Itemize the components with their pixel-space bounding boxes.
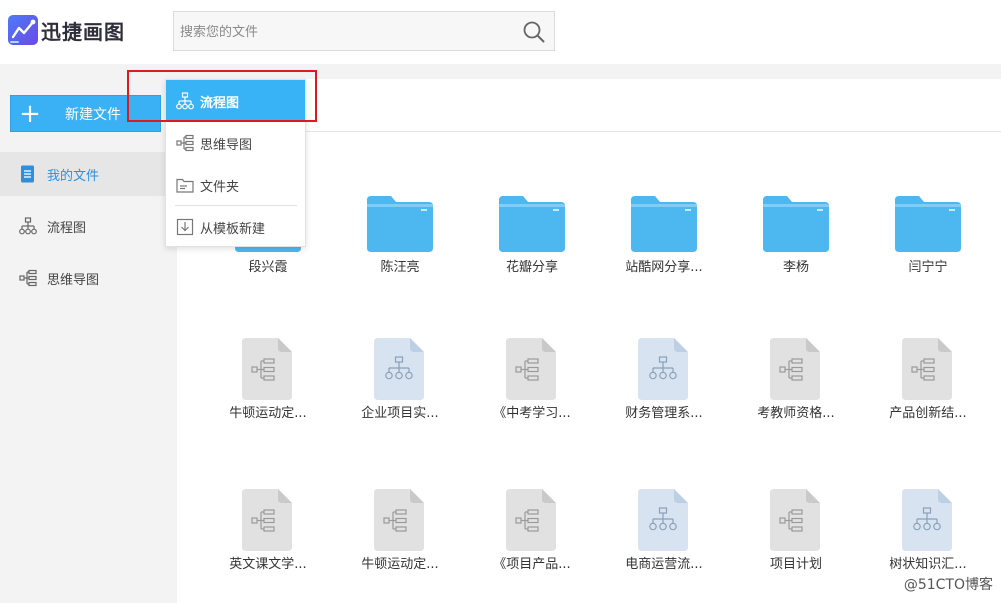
grid-item-mindmap-file[interactable]: 项目计划 — [730, 481, 862, 601]
mindmap-file-icon — [862, 330, 994, 400]
app-window: 迅捷画图 + 新建文件 — [0, 0, 1001, 603]
flowchart-icon — [175, 91, 195, 111]
menu-item-label: 流程图 — [200, 95, 240, 111]
flowchart-icon — [18, 216, 38, 236]
menu-item-label: 从模板新建 — [200, 221, 266, 237]
grid-item-flowchart-file[interactable]: 企业项目实... — [334, 330, 466, 450]
sidebar-item-my-files[interactable]: 我的文件 — [0, 152, 177, 196]
file-name: 《中考学习... — [493, 406, 571, 421]
grid-item-mindmap-file[interactable]: 牛顿运动定... — [202, 330, 334, 450]
folder-icon — [598, 184, 730, 254]
app-title: 迅捷画图 — [41, 19, 125, 44]
file-name: 项目计划 — [769, 557, 822, 572]
grid-item-mindmap-file[interactable]: 《项目产品... — [466, 481, 598, 601]
file-name: 花瓣分享 — [505, 260, 558, 275]
file-name: 树状知识汇... — [889, 557, 967, 572]
file-name: 企业项目实... — [361, 406, 439, 421]
sidebar-item-label: 思维导图 — [47, 272, 100, 288]
new-file-menu: 流程图 思维导图 文件夹 从模板新建 — [165, 79, 306, 247]
grid-item-mindmap-file[interactable]: 《中考学习... — [466, 330, 598, 450]
menu-item-label: 文件夹 — [200, 179, 240, 195]
file-name: 电商运营流... — [625, 557, 703, 572]
grid-item-flowchart-file[interactable]: 财务管理系... — [598, 330, 730, 450]
file-name: 英文课文学... — [229, 557, 307, 572]
mindmap-file-icon — [202, 330, 334, 400]
grid-item-mindmap-file[interactable]: 英文课文学... — [202, 481, 334, 601]
menu-item-label: 思维导图 — [200, 137, 253, 153]
template-import-icon — [175, 217, 195, 237]
header: 迅捷画图 — [0, 0, 1001, 64]
document-icon — [18, 164, 38, 184]
menu-item-from-template[interactable]: 从模板新建 — [166, 206, 305, 248]
mindmap-file-icon — [466, 481, 598, 551]
file-name: 财务管理系... — [625, 406, 703, 421]
search-box — [173, 11, 555, 51]
mindmap-icon — [18, 268, 38, 288]
mindmap-file-icon — [730, 330, 862, 400]
mindmap-file-icon — [334, 481, 466, 551]
file-name: 牛顿运动定... — [361, 557, 439, 572]
mindmap-file-icon — [202, 481, 334, 551]
file-name: 李杨 — [782, 260, 809, 275]
grid-item-mindmap-file[interactable]: 产品创新结... — [862, 330, 994, 450]
new-file-label: 新建文件 — [65, 106, 121, 123]
grid-item-folder[interactable]: 闫宁宁 — [862, 184, 994, 304]
file-name: 牛顿运动定... — [229, 406, 307, 421]
folder-icon — [466, 184, 598, 254]
menu-item-flowchart[interactable]: 流程图 — [166, 80, 305, 122]
search-icon[interactable] — [522, 20, 546, 44]
file-name: 《项目产品... — [493, 557, 571, 572]
logo[interactable]: 迅捷画图 — [8, 15, 125, 45]
flowchart-file-icon — [598, 330, 730, 400]
file-name: 产品创新结... — [889, 406, 967, 421]
file-name: 考教师资格... — [757, 406, 835, 421]
sidebar-item-label: 我的文件 — [47, 168, 100, 184]
flowchart-file-icon — [862, 481, 994, 551]
grid-item-mindmap-file[interactable]: 牛顿运动定... — [334, 481, 466, 601]
file-name: 闫宁宁 — [908, 260, 948, 275]
sidebar-item-mindmap[interactable]: 思维导图 — [0, 256, 177, 300]
menu-item-mindmap[interactable]: 思维导图 — [166, 122, 305, 164]
sidebar-item-flowchart[interactable]: 流程图 — [0, 204, 177, 248]
new-file-button[interactable]: + 新建文件 — [10, 95, 161, 132]
flowchart-file-icon — [334, 330, 466, 400]
mindmap-file-icon — [730, 481, 862, 551]
menu-item-folder[interactable]: 文件夹 — [166, 164, 305, 206]
grid-item-folder[interactable]: 站酷网分享... — [598, 184, 730, 304]
sidebar-item-label: 流程图 — [47, 220, 87, 236]
folder-icon — [862, 184, 994, 254]
grid-item-folder[interactable]: 陈汪亮 — [334, 184, 466, 304]
watermark: @51CTO博客 — [903, 577, 993, 593]
folder-outline-icon — [175, 175, 195, 195]
folder-icon — [334, 184, 466, 254]
file-name: 陈汪亮 — [380, 260, 420, 275]
grid-item-folder[interactable]: 花瓣分享 — [466, 184, 598, 304]
file-name: 站酷网分享... — [625, 260, 703, 275]
grid-item-folder[interactable]: 李杨 — [730, 184, 862, 304]
mindmap-file-icon — [466, 330, 598, 400]
search-input[interactable] — [180, 21, 500, 43]
flowchart-file-icon — [598, 481, 730, 551]
mindmap-icon — [175, 133, 195, 153]
plus-icon: + — [19, 98, 41, 129]
grid-item-mindmap-file[interactable]: 考教师资格... — [730, 330, 862, 450]
folder-icon — [730, 184, 862, 254]
top-divider-strip — [177, 64, 1001, 79]
logo-icon — [8, 15, 38, 45]
sidebar: + 新建文件 我的文件 流程图 思维导图 — [0, 64, 177, 603]
file-name: 段兴霞 — [248, 260, 288, 275]
grid-item-flowchart-file[interactable]: 电商运营流... — [598, 481, 730, 601]
